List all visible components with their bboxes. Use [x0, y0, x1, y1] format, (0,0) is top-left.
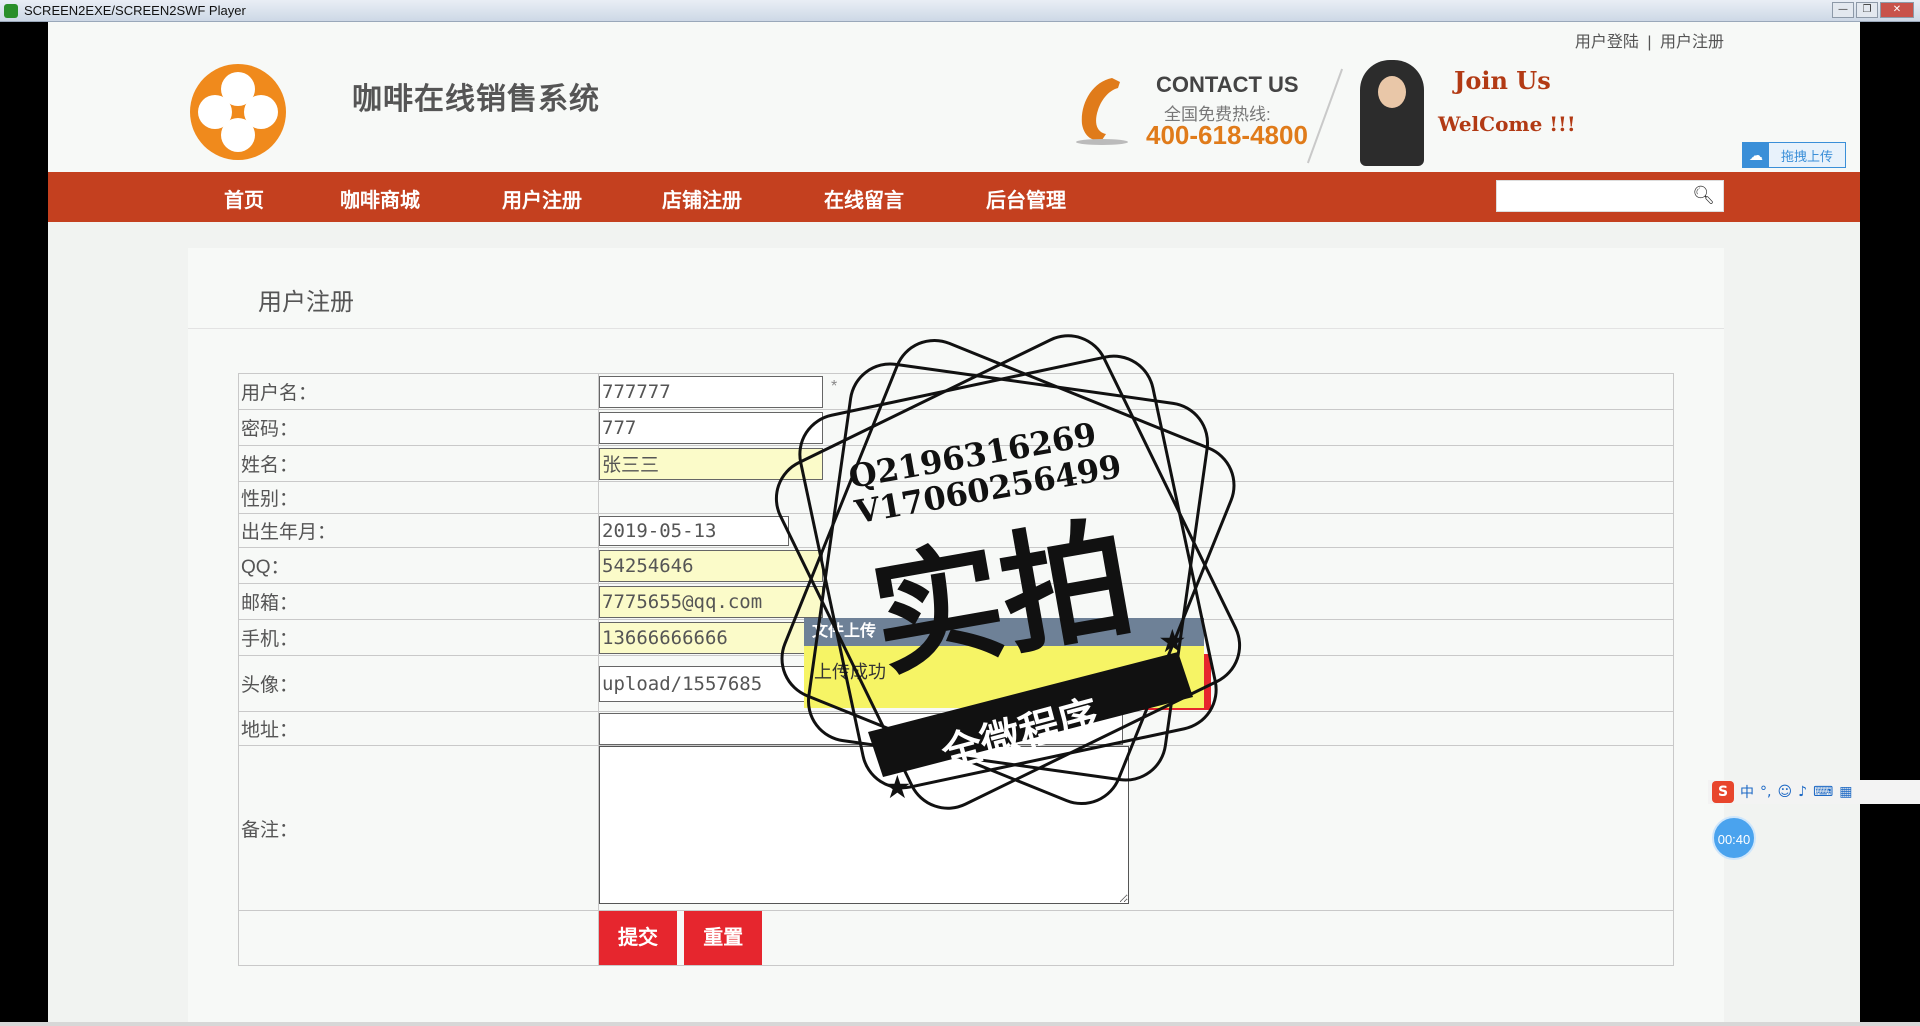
qq-field[interactable]: [599, 549, 823, 582]
form-cell: [598, 711, 1674, 746]
contact-phone-number: 400-618-4800: [1146, 120, 1308, 150]
phone-field[interactable]: [599, 621, 823, 654]
recording-timer: 00:40: [1712, 816, 1756, 860]
reset-button[interactable]: 重置: [684, 911, 763, 965]
upload-dialog: 文件上传 上传成功: [804, 618, 1204, 708]
birth-label: 出生年月：: [238, 513, 599, 548]
keyboard-icon[interactable]: ⌨: [1813, 784, 1833, 800]
player-titlebar: SCREEN2EXE/SCREEN2SWF Player — ❐ ✕: [0, 0, 1920, 22]
site-title: 咖啡在线销售系统: [352, 83, 600, 116]
toolbox-icon[interactable]: ▦: [1839, 784, 1852, 800]
form-cell: [598, 583, 1674, 620]
email-label: 邮箱：: [238, 583, 599, 620]
address-label: 地址：: [238, 711, 599, 746]
microphone-icon[interactable]: ♪: [1798, 784, 1807, 800]
drag-upload-button[interactable]: ☁ 拖拽上传: [1742, 142, 1846, 168]
ime-toolbar[interactable]: S 中 °, ☺ ♪ ⌨ ▦: [1708, 780, 1920, 804]
phone-icon: [1076, 78, 1128, 145]
search-icon[interactable]: 🔍︎: [1692, 185, 1715, 206]
logo-petal: [198, 95, 232, 129]
nav-item-shop-register[interactable]: 店铺注册: [662, 184, 742, 213]
window-title: SCREEN2EXE/SCREEN2SWF Player: [24, 3, 246, 18]
logo-petal: [244, 95, 278, 129]
avatar-label: 头像：: [238, 655, 599, 712]
required-mark: *: [831, 378, 838, 395]
cloud-icon: ☁: [1743, 143, 1769, 167]
phone-label: 手机：: [238, 619, 599, 656]
remark-label: 备注：: [238, 745, 599, 911]
app-icon: [4, 3, 18, 18]
form-cell: *: [598, 373, 1674, 410]
password-label: 密码：: [238, 409, 599, 446]
username-field[interactable]: [599, 375, 823, 408]
avatar-face: [1378, 76, 1406, 108]
password-field[interactable]: [599, 411, 823, 444]
birth-field[interactable]: [599, 515, 789, 546]
name-field[interactable]: [599, 447, 823, 480]
search-box: 🔍︎: [1496, 180, 1724, 212]
form-row: 性别：: [238, 481, 1674, 514]
drag-upload-label: 拖拽上传: [1781, 148, 1834, 164]
form-row: 提交 重置: [238, 910, 1674, 966]
actions-label-cell: [238, 910, 599, 966]
form-row: 用户名： *: [238, 373, 1674, 410]
form-cell: [598, 547, 1674, 584]
register-link[interactable]: 用户注册: [1660, 34, 1724, 51]
emoji-icon[interactable]: ☺: [1777, 784, 1792, 800]
header-divider: [1306, 68, 1344, 164]
restore-button[interactable]: ❐: [1856, 2, 1878, 18]
close-button[interactable]: ✕: [1880, 2, 1914, 18]
address-field[interactable]: [599, 712, 1123, 745]
ime-mode-indicator[interactable]: 中: [1740, 782, 1754, 802]
nav-item-admin[interactable]: 后台管理: [986, 184, 1066, 213]
form-row: 出生年月：: [238, 513, 1674, 548]
title-divider: [188, 328, 1724, 329]
form-row: 地址：: [238, 711, 1674, 746]
nav-item-message[interactable]: 在线留言: [824, 184, 904, 213]
form-cell: [598, 409, 1674, 446]
avatar: [1360, 60, 1424, 166]
link-separator: |: [1647, 34, 1652, 51]
submit-button[interactable]: 提交: [599, 911, 677, 965]
form-cell: [598, 745, 1674, 911]
remark-textarea[interactable]: [599, 746, 1129, 904]
punctuation-icon[interactable]: °,: [1760, 784, 1771, 800]
site-logo[interactable]: [190, 64, 286, 160]
email-field[interactable]: [599, 585, 823, 618]
nav-item-coffee-mall[interactable]: 咖啡商城: [340, 184, 420, 213]
form-row: QQ：: [238, 547, 1674, 584]
web-page: 用户登陆 | 用户注册 咖啡在线销售系统 CONTACT US 全国免费热线: …: [48, 22, 1860, 1022]
form-row: 邮箱：: [238, 583, 1674, 620]
top-links: 用户登陆 | 用户注册: [1575, 28, 1724, 52]
search-input[interactable]: [1497, 181, 1687, 211]
form-row: 密码：: [238, 409, 1674, 446]
actions-cell: 提交 重置: [598, 910, 1674, 966]
window-controls: — ❐ ✕: [1832, 2, 1914, 18]
form-cell: [598, 445, 1674, 482]
name-label: 姓名：: [238, 445, 599, 482]
login-link[interactable]: 用户登陆: [1575, 34, 1639, 51]
upload-dialog-title: 文件上传: [804, 618, 1204, 646]
sogou-icon[interactable]: S: [1712, 781, 1734, 803]
page-title: 用户注册: [258, 289, 354, 316]
upload-dialog-message: 上传成功: [804, 646, 1204, 708]
gender-label: 性别：: [238, 481, 599, 514]
username-label: 用户名：: [238, 373, 599, 410]
join-us-text: Join Us: [1454, 66, 1551, 95]
minimize-button[interactable]: —: [1832, 2, 1854, 18]
gender-cell[interactable]: [598, 481, 1674, 514]
contact-title: CONTACT US: [1156, 72, 1299, 97]
nav-item-user-register[interactable]: 用户注册: [502, 184, 582, 213]
welcome-text: WelCome !!!: [1438, 112, 1576, 136]
form-row: 备注：: [238, 745, 1674, 911]
qq-label: QQ：: [238, 547, 599, 584]
form-cell: [598, 513, 1674, 548]
nav-item-home[interactable]: 首页: [224, 184, 264, 213]
site-header: 用户登陆 | 用户注册 咖啡在线销售系统 CONTACT US 全国免费热线: …: [48, 22, 1860, 172]
form-row: 姓名：: [238, 445, 1674, 482]
bottom-edge: [0, 1022, 1920, 1026]
